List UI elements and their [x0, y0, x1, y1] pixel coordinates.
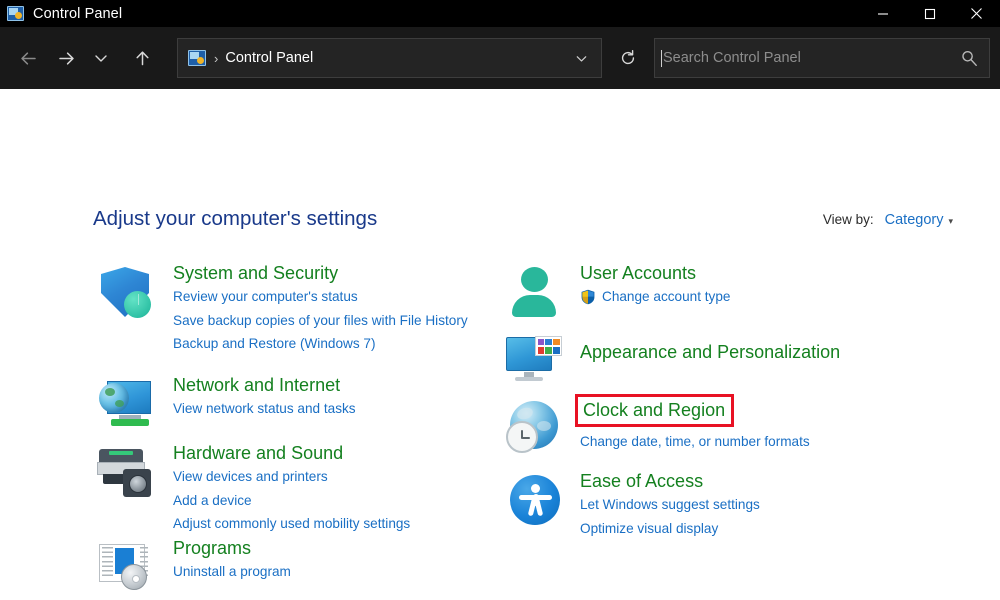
search-input[interactable] [663, 50, 960, 66]
up-button[interactable] [123, 38, 161, 78]
address-bar-dropdown-icon[interactable] [574, 51, 593, 66]
uac-shield-icon [580, 289, 596, 305]
link-file-history[interactable]: Save backup copies of your files with Fi… [173, 309, 483, 332]
clock-globe-icon [500, 395, 562, 457]
category-programs: Programs Uninstall a program [93, 536, 483, 596]
control-panel-icon [7, 6, 24, 21]
page-title: Adjust your computer's settings [93, 207, 378, 230]
breadcrumb-separator: › [214, 50, 219, 66]
minimize-button[interactable] [859, 0, 906, 27]
refresh-button[interactable] [610, 38, 646, 78]
maximize-button[interactable] [906, 0, 953, 27]
forward-button[interactable] [47, 38, 85, 78]
left-column: System and Security Review your computer… [93, 261, 483, 596]
recent-locations-button[interactable] [85, 38, 117, 78]
category-title[interactable]: Appearance and Personalization [580, 340, 840, 364]
window-controls [859, 0, 1000, 27]
link-review-status[interactable]: Review your computer's status [173, 285, 483, 309]
printer-speaker-icon [93, 441, 155, 503]
link-optimize-visual-display[interactable]: Optimize visual display [580, 517, 920, 541]
category-system-and-security: System and Security Review your computer… [93, 261, 483, 373]
control-panel-window: Control Panel › Control Panel Search Con… [0, 0, 1000, 600]
category-user-accounts: User Accounts Change account type [500, 261, 920, 329]
ease-of-access-icon [500, 469, 562, 531]
category-network-and-internet: Network and Internet View network status… [93, 373, 483, 441]
category-hardware-and-sound: Hardware and Sound View devices and prin… [93, 441, 483, 536]
shield-icon [93, 261, 155, 323]
breadcrumb-control-panel[interactable]: Control Panel [225, 50, 313, 66]
window-title: Control Panel [33, 5, 123, 22]
link-change-date-time-formats[interactable]: Change date, time, or number formats [580, 430, 920, 454]
category-ease-of-access: Ease of Access Let Windows suggest setti… [500, 469, 920, 549]
text-cursor [661, 49, 662, 67]
back-button[interactable] [9, 38, 47, 78]
content-area: Adjust your computer's settings View by:… [0, 89, 1000, 600]
address-bar[interactable]: › Control Panel [177, 38, 602, 78]
category-title[interactable]: Hardware and Sound [173, 441, 343, 465]
category-title-highlighted[interactable]: Clock and Region [575, 394, 735, 427]
network-monitor-globe-icon [93, 373, 155, 435]
navigation-toolbar: › Control Panel [0, 27, 1000, 89]
category-title[interactable]: System and Security [173, 261, 338, 285]
link-mobility-settings[interactable]: Adjust commonly used mobility settings [173, 512, 483, 536]
link-let-windows-suggest-settings[interactable]: Let Windows suggest settings [580, 493, 920, 517]
link-backup-restore[interactable]: Backup and Restore (Windows 7) [173, 332, 483, 356]
chevron-down-icon[interactable]: ▾ [948, 216, 953, 227]
title-bar: Control Panel [0, 0, 1000, 27]
category-appearance-and-personalization: Appearance and Personalization [500, 329, 920, 391]
category-clock-and-region: Clock and Region Change date, time, or n… [500, 391, 920, 469]
link-view-network-status[interactable]: View network status and tasks [173, 397, 483, 421]
link-view-devices-printers[interactable]: View devices and printers [173, 465, 483, 489]
programs-disc-icon [93, 536, 155, 598]
view-by-value[interactable]: Category [885, 212, 944, 228]
category-title[interactable]: Network and Internet [173, 373, 340, 397]
view-by-control: View by: Category ▾ [823, 212, 953, 228]
category-title[interactable]: User Accounts [580, 261, 696, 285]
search-icon[interactable] [960, 49, 979, 68]
address-bar-control-panel-icon [188, 50, 206, 66]
user-person-icon [500, 261, 562, 323]
category-title[interactable]: Programs [173, 536, 251, 560]
search-box[interactable] [654, 38, 990, 78]
view-by-label: View by: [822, 212, 874, 227]
category-title[interactable]: Ease of Access [580, 469, 703, 493]
link-change-account-type[interactable]: Change account type [580, 285, 920, 309]
right-column: User Accounts Change account type Appear… [500, 261, 920, 549]
close-button[interactable] [953, 0, 1000, 27]
link-add-a-device[interactable]: Add a device [173, 489, 483, 513]
appearance-monitor-icon [500, 329, 562, 391]
link-uninstall-a-program[interactable]: Uninstall a program [173, 560, 483, 584]
